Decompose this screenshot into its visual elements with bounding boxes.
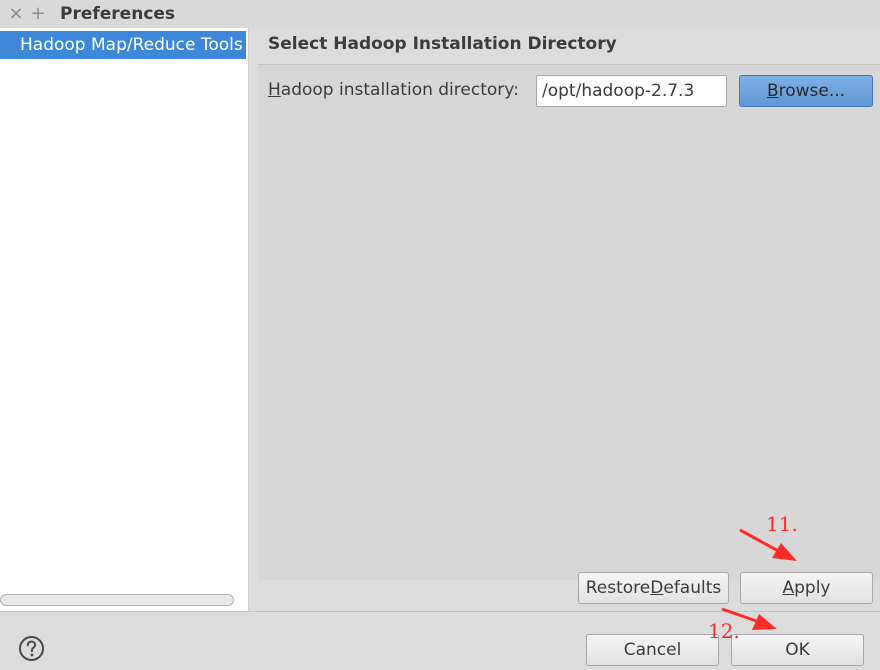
browse-button[interactable]: Browse... <box>739 75 873 107</box>
content-panel <box>258 65 880 580</box>
tree-item-hadoop-map-reduce-tools[interactable]: Hadoop Map/Reduce Tools <box>0 31 246 59</box>
annotation-step-11: 11. <box>766 512 798 536</box>
annotation-step-12: 12. <box>708 619 740 643</box>
apply-button[interactable]: Apply <box>740 572 873 604</box>
restore-defaults-button[interactable]: Restore Defaults <box>578 572 729 604</box>
hadoop-dir-label: Hadoop installation directory: <box>268 80 519 100</box>
hadoop-dir-input[interactable] <box>536 75 727 107</box>
ok-button[interactable]: OK <box>731 634 864 666</box>
preferences-tree[interactable]: Hadoop Map/Reduce Tools <box>0 28 249 611</box>
button-bar-divider <box>0 611 880 612</box>
horizontal-scrollbar[interactable] <box>0 594 234 606</box>
page-title: Select Hadoop Installation Directory <box>268 34 617 54</box>
close-icon[interactable]: × <box>6 0 26 28</box>
window-title: Preferences <box>60 4 176 24</box>
maximize-icon[interactable]: + <box>28 0 48 28</box>
question-circle-icon[interactable] <box>18 635 45 662</box>
cancel-button[interactable]: Cancel <box>586 634 719 666</box>
title-bar: × + Preferences <box>0 0 880 28</box>
